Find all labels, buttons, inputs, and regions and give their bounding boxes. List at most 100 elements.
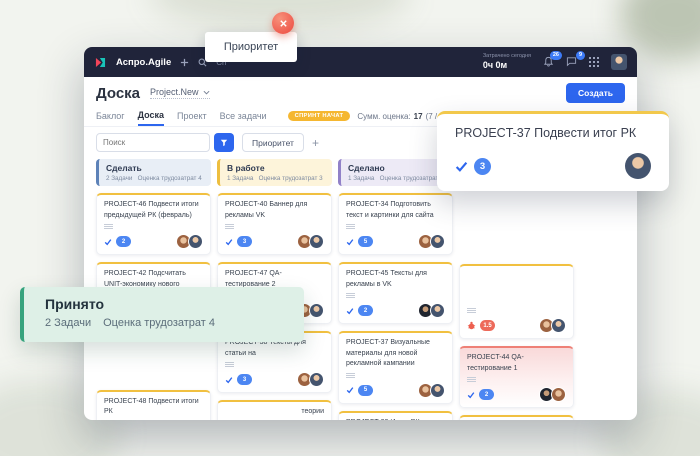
- avatar: [309, 303, 324, 318]
- tab-all-tasks[interactable]: Все задачи: [220, 107, 267, 125]
- task-footer: 5: [346, 234, 445, 249]
- filter-button[interactable]: [214, 133, 234, 152]
- description-icon: [104, 224, 113, 229]
- tab-backlog[interactable]: Баклог: [96, 107, 125, 125]
- time-tracker[interactable]: Затрачено сегодня 0ч 0м: [483, 53, 531, 70]
- description-icon: [467, 308, 476, 313]
- brand-name: Аспро.Agile: [116, 57, 171, 68]
- avatar: [309, 372, 324, 387]
- column-name: В работе: [227, 163, 325, 173]
- check-icon: [346, 307, 354, 315]
- estimate-badge: 3: [474, 158, 491, 175]
- avatar: [551, 387, 566, 402]
- board-column: 1.5 PROJECT-44 QA-тестирование 12 PROJECT-…: [459, 159, 574, 420]
- assignee-avatars: [421, 234, 445, 249]
- task-popup-footer: 3: [455, 153, 651, 179]
- search-input[interactable]: [96, 133, 210, 152]
- task-card[interactable]: PROJECT-34 Подготовить текст и картинки …: [338, 193, 453, 255]
- task-card[interactable]: PROJECT-44 QA-тестирование 12: [459, 346, 574, 408]
- task-card[interactable]: PROJECT-37 Визуальные материалы для ново…: [338, 331, 453, 404]
- task-title: PROJECT-40 Баннер для рекламы VK: [225, 200, 324, 221]
- task-card[interactable]: PROJECT-28 Визуализация для презентации5: [459, 415, 574, 420]
- task-card[interactable]: 1.5: [459, 264, 574, 339]
- task-title: [467, 271, 566, 305]
- task-card[interactable]: PROJECT-45 Тексты для рекламы в VK2: [338, 262, 453, 324]
- column-meta: 2 Задачи Оценка трудозатрат 4: [106, 175, 204, 182]
- bug-icon: [467, 321, 476, 330]
- check-icon: [225, 238, 233, 246]
- create-button[interactable]: Создать: [566, 83, 625, 103]
- task-footer: 5: [346, 383, 445, 398]
- description-icon: [225, 362, 234, 367]
- avatar: [430, 303, 445, 318]
- column-name: Сделано: [348, 163, 446, 173]
- estimate-badge: 2: [358, 305, 373, 316]
- task-card[interactable]: PROJECT-46 Подвести итоги предыдущей РК …: [96, 193, 211, 255]
- column-header[interactable]: Сделано 1 Задача Оценка трудозатрат: [338, 159, 453, 186]
- task-card[interactable]: PROJECT-23 Итоги РК5: [338, 411, 453, 421]
- task-popup-title: PROJECT-37 Подвести итог РК: [455, 126, 651, 140]
- apps-grid-icon[interactable]: [589, 57, 599, 67]
- tab-board[interactable]: Доска: [138, 106, 164, 126]
- priority-tooltip-label: Приоритет: [224, 41, 278, 53]
- task-footer: 1.5: [467, 318, 566, 333]
- task-footer: 3: [225, 234, 324, 249]
- description-icon: [225, 224, 234, 229]
- add-icon[interactable]: [180, 58, 189, 67]
- check-icon: [346, 238, 354, 246]
- board-column: Сделано 1 Задача Оценка трудозатрат PROJEC…: [338, 159, 453, 420]
- priority-tooltip: Приоритет: [205, 32, 297, 62]
- task-title: PROJECT-37 Визуальные материалы для ново…: [346, 338, 445, 370]
- task-card[interactable]: теории3: [217, 400, 332, 420]
- column-name: Сделать: [106, 163, 204, 173]
- time-tracker-value: 0ч 0м: [483, 60, 531, 71]
- estimate-badge: 5: [358, 236, 373, 247]
- page-header: Доска Project.New Создать: [84, 77, 637, 106]
- avatar: [430, 383, 445, 398]
- accepted-column-title: Принято: [45, 296, 304, 312]
- column-header[interactable]: Сделать 2 Задачи Оценка трудозатрат 4: [96, 159, 211, 186]
- messages-chat-icon[interactable]: 9: [566, 56, 577, 67]
- assignee-avatars: [542, 318, 566, 333]
- sprint-score-label: Сумм. оценка:: [357, 112, 410, 121]
- task-card[interactable]: PROJECT-48 Подвести итоги РК2: [96, 390, 211, 421]
- notifications-bell-icon[interactable]: 26: [543, 56, 554, 67]
- check-icon: [467, 391, 475, 399]
- estimate-badge: 2: [116, 236, 131, 247]
- assignee-avatar: [625, 153, 651, 179]
- accepted-estimate: Оценка трудозатрат 4: [103, 317, 215, 329]
- time-tracker-label: Затрачено сегодня: [483, 53, 531, 60]
- tab-project[interactable]: Проект: [177, 107, 207, 125]
- priority-filter-chip[interactable]: Приоритет: [242, 133, 304, 152]
- check-icon: [346, 386, 354, 394]
- task-footer: 3: [225, 372, 324, 387]
- description-icon: [467, 377, 476, 382]
- user-avatar[interactable]: [611, 54, 627, 70]
- assignee-avatars: [179, 234, 203, 249]
- task-title: PROJECT-46 Подвести итоги предыдущей РК …: [104, 200, 203, 221]
- estimate-badge: 2: [479, 389, 494, 400]
- accepted-column-panel: Принято 2 Задачи Оценка трудозатрат 4: [20, 287, 304, 342]
- funnel-icon: [220, 138, 228, 147]
- column-header[interactable]: В работе 1 Задача Оценка трудозатрат 3: [217, 159, 332, 186]
- project-selector[interactable]: Project.New: [150, 87, 210, 99]
- task-title: PROJECT-23 Итоги РК: [346, 418, 445, 421]
- brand-logo-icon: [94, 56, 107, 69]
- column-meta: 1 Задача Оценка трудозатрат 3: [227, 175, 325, 182]
- navbar-right: Затрачено сегодня 0ч 0м 26 9: [483, 53, 627, 70]
- task-popup-card[interactable]: PROJECT-37 Подвести итог РК 3: [437, 111, 669, 191]
- page-title: Доска: [96, 85, 140, 102]
- close-icon[interactable]: [272, 12, 294, 34]
- task-title: теории: [225, 407, 324, 418]
- sprint-status-badge: СПРИНТ НАЧАТ: [288, 111, 351, 121]
- avatar: [309, 234, 324, 249]
- messages-count-badge: 9: [576, 51, 585, 60]
- check-icon: [225, 376, 233, 384]
- add-filter-button[interactable]: +: [312, 137, 319, 149]
- column-meta: 1 Задача Оценка трудозатрат: [348, 175, 446, 182]
- estimate-badge: 1.5: [480, 320, 495, 331]
- estimate-badge: 3: [237, 374, 252, 385]
- task-footer: 2: [467, 387, 566, 402]
- project-selector-value: Project.New: [150, 87, 199, 97]
- task-card[interactable]: PROJECT-40 Баннер для рекламы VK 3: [217, 193, 332, 255]
